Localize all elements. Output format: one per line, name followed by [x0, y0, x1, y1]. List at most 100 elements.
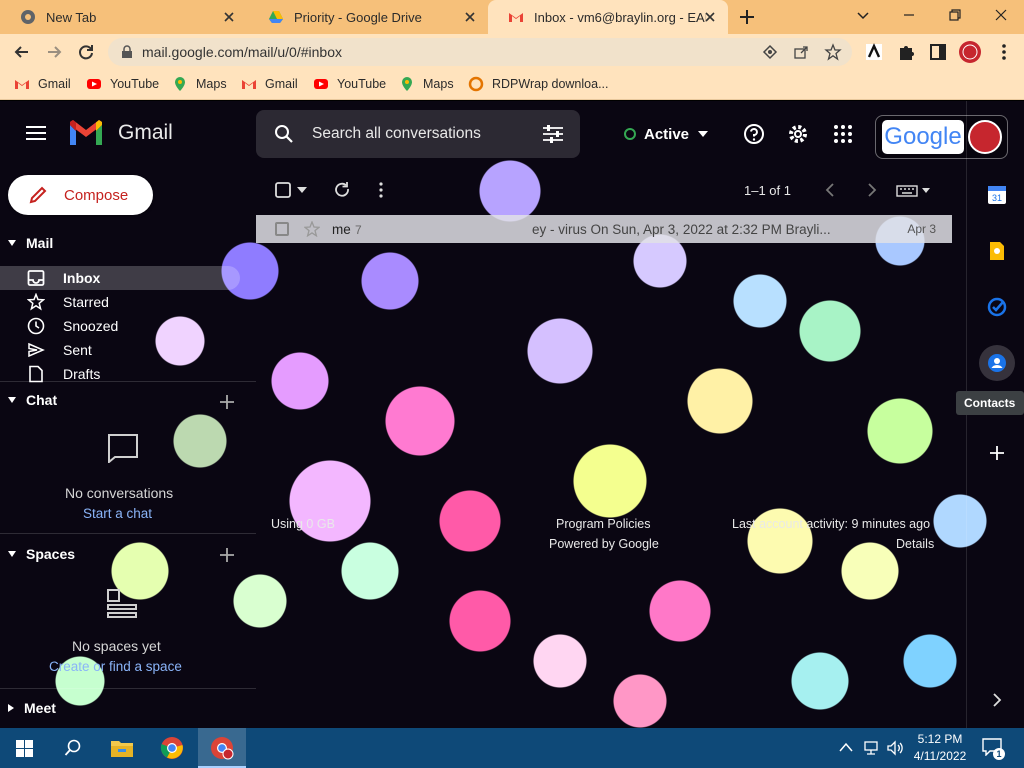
contacts-button[interactable]: [979, 345, 1015, 381]
bookmark-label: Gmail: [265, 77, 298, 91]
restore-icon[interactable]: [944, 4, 966, 26]
table-row[interactable]: me 7 ey - virus On Sun, Apr 3, 2022 at 2…: [256, 215, 952, 243]
nav-snoozed[interactable]: Snoozed: [0, 314, 240, 338]
nav-starred[interactable]: Starred: [0, 290, 240, 314]
tab-priority-google-drive[interactable]: Priority - Google Drive: [248, 0, 488, 34]
spaces-section-header[interactable]: Spaces: [8, 546, 75, 562]
start-button[interactable]: [0, 728, 48, 768]
account-area[interactable]: Google: [875, 115, 1008, 159]
new-space-plus-icon[interactable]: [219, 547, 235, 563]
windows-taskbar: 5:12 PM 4/11/2022 1: [0, 728, 1024, 768]
help-icon[interactable]: [743, 123, 765, 145]
gmail-logo-icon[interactable]: [68, 119, 104, 147]
chrome-menu-icon[interactable]: [994, 42, 1014, 62]
input-tools-dropdown-icon[interactable]: [922, 188, 930, 193]
storage-usage: Using 0 GB: [271, 517, 335, 531]
volume-icon[interactable]: [886, 740, 904, 756]
get-addons-plus-icon[interactable]: [987, 443, 1007, 463]
start-chat-link[interactable]: Start a chat: [83, 506, 152, 521]
close-window-icon[interactable]: [990, 4, 1012, 26]
row-checkbox[interactable]: [275, 222, 289, 236]
bookmark-gmail[interactable]: Gmail: [14, 76, 71, 92]
compose-button[interactable]: Compose: [8, 175, 153, 215]
status-dropdown[interactable]: Active: [612, 119, 722, 149]
program-policies-link[interactable]: Program Policies: [556, 517, 650, 531]
taskbar-chrome-profile[interactable]: [198, 728, 246, 768]
tab-inbox[interactable]: Inbox - vm6@braylin.org - EAHS: [488, 0, 728, 34]
main-menu-icon[interactable]: [26, 125, 46, 141]
bookmark-gmail-2[interactable]: Gmail: [241, 76, 298, 92]
nav-sent[interactable]: Sent: [0, 338, 240, 362]
bookmark-youtube[interactable]: YouTube: [86, 76, 159, 92]
lock-icon[interactable]: [120, 45, 134, 59]
tab-search-icon[interactable]: [852, 4, 874, 26]
expand-side-panel-icon[interactable]: [987, 690, 1007, 710]
share-icon[interactable]: [793, 44, 809, 60]
mail-section-header[interactable]: Mail: [8, 235, 53, 251]
tasks-icon[interactable]: [987, 297, 1007, 317]
google-apps-icon[interactable]: [832, 123, 854, 145]
meet-section-header[interactable]: Meet: [8, 700, 56, 716]
site-permissions-icon[interactable]: [762, 44, 778, 60]
bookmark-rdpwrap[interactable]: RDPWrap downloa...: [468, 76, 609, 92]
taskbar-search-button[interactable]: [48, 728, 96, 768]
bookmark-maps[interactable]: Maps: [172, 76, 227, 92]
older-chevron-icon[interactable]: [862, 181, 880, 199]
taskbar-chrome[interactable]: [148, 728, 196, 768]
close-tab-icon[interactable]: [702, 9, 718, 25]
extension-icon[interactable]: [864, 42, 884, 62]
keyboard-icon[interactable]: [896, 185, 918, 197]
close-tab-icon[interactable]: [221, 9, 237, 25]
divider: [0, 688, 256, 689]
maps-icon: [402, 77, 412, 91]
google-logo: Google: [882, 120, 964, 154]
back-icon[interactable]: [12, 42, 32, 62]
extensions-puzzle-icon[interactable]: [896, 42, 916, 62]
refresh-icon[interactable]: [333, 181, 351, 199]
nav-drafts[interactable]: Drafts: [0, 362, 240, 386]
chrome-profile-icon: [211, 737, 234, 760]
more-options-icon[interactable]: [372, 181, 390, 199]
select-dropdown-icon[interactable]: [297, 187, 307, 193]
tab-new-tab[interactable]: New Tab: [0, 0, 247, 34]
newer-chevron-icon[interactable]: [822, 181, 840, 199]
nav-inbox[interactable]: Inbox: [0, 266, 240, 290]
star-icon[interactable]: [304, 221, 320, 237]
keep-icon[interactable]: [987, 241, 1007, 261]
account-avatar[interactable]: [968, 120, 1002, 154]
show-hidden-icons-chevron[interactable]: [839, 742, 853, 752]
address-bar[interactable]: mail.google.com/mail/u/0/#inbox: [108, 38, 852, 66]
search-icon[interactable]: [274, 124, 294, 144]
search-bar[interactable]: Search all conversations: [256, 110, 580, 158]
taskbar-file-explorer[interactable]: [98, 728, 146, 768]
action-center-button[interactable]: 1: [980, 736, 1005, 760]
gmail-icon: [509, 13, 523, 22]
close-tab-icon[interactable]: [462, 9, 478, 25]
google-drive-icon: [269, 11, 283, 23]
calendar-icon[interactable]: 31: [987, 185, 1007, 205]
bookmark-maps-2[interactable]: Maps: [399, 76, 454, 92]
new-tab-icon[interactable]: [738, 8, 756, 26]
bookmark-youtube-2[interactable]: YouTube: [313, 76, 386, 92]
maps-icon: [175, 77, 185, 91]
bookmark-star-icon[interactable]: [824, 43, 842, 61]
windows-logo-icon: [16, 740, 33, 757]
bookmark-label: YouTube: [337, 77, 387, 91]
contacts-tooltip: Contacts: [956, 391, 1024, 415]
details-link[interactable]: Details: [896, 537, 934, 551]
create-space-link[interactable]: Create or find a space: [49, 659, 182, 674]
settings-gear-icon[interactable]: [787, 123, 809, 145]
forward-icon[interactable]: [44, 42, 64, 62]
system-clock[interactable]: 5:12 PM 4/11/2022: [910, 731, 970, 765]
reload-icon[interactable]: [76, 42, 96, 62]
select-all-checkbox[interactable]: [274, 181, 292, 199]
search-input[interactable]: Search all conversations: [312, 125, 488, 143]
chat-section-header[interactable]: Chat: [8, 392, 57, 408]
new-chat-plus-icon[interactable]: [219, 394, 235, 410]
youtube-icon: [314, 79, 328, 89]
search-options-icon[interactable]: [542, 124, 564, 144]
minimize-icon[interactable]: [898, 4, 920, 26]
network-icon[interactable]: [863, 740, 881, 756]
profile-avatar-icon[interactable]: [958, 40, 982, 64]
side-panel-icon[interactable]: [928, 42, 948, 62]
